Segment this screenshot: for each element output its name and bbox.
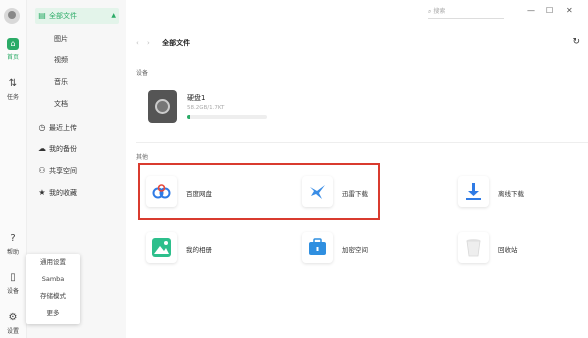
rail-item-home[interactable]: ⌂ 首页 bbox=[0, 38, 26, 61]
sidebar-item-favorites[interactable]: ★ 我的收藏 bbox=[35, 185, 119, 201]
highlight-box bbox=[138, 163, 380, 220]
photo-album-icon bbox=[146, 232, 177, 263]
clock-icon: ◷ bbox=[38, 123, 46, 132]
sidebar-item-label: 共享空间 bbox=[49, 167, 77, 175]
users-icon: ⚇ bbox=[38, 166, 46, 175]
rail-item-help[interactable]: ? 帮助 bbox=[0, 233, 26, 256]
minimize-icon[interactable]: — bbox=[527, 6, 535, 15]
refresh-icon[interactable]: ↻ bbox=[572, 37, 580, 47]
back-icon[interactable]: ‹ bbox=[136, 39, 139, 47]
sidebar-item-label: 最近上传 bbox=[49, 124, 77, 132]
cloud-icon: ☁ bbox=[38, 144, 46, 153]
search-input[interactable]: ⌕ 搜索 bbox=[428, 6, 504, 19]
device-icon: ▯ bbox=[10, 272, 16, 283]
download-icon bbox=[458, 176, 489, 207]
close-icon[interactable]: ✕ bbox=[566, 6, 573, 15]
rail-item-label: 设备 bbox=[6, 288, 19, 295]
rail-item-tasks[interactable]: ⇅ 任务 bbox=[0, 78, 26, 101]
breadcrumb: ‹ › 全部文件 bbox=[136, 38, 190, 48]
rail-item-label: 设置 bbox=[6, 328, 19, 335]
search-placeholder: 搜索 bbox=[433, 8, 446, 15]
sidebar-item-label: 文档 bbox=[54, 100, 68, 108]
sidebar-item-all-files[interactable]: ▤ 全部文件 ▲ bbox=[35, 8, 119, 24]
disk-usage-bar bbox=[187, 115, 267, 119]
forward-icon[interactable]: › bbox=[147, 39, 150, 47]
sidebar-item-music[interactable]: 音乐 bbox=[35, 74, 119, 90]
star-icon: ★ bbox=[38, 188, 46, 197]
caret-up-icon: ▲ bbox=[111, 12, 116, 19]
left-rail: ⌂ 首页 ⇅ 任务 ? 帮助 ▯ 设备 ⚙ 设置 bbox=[0, 0, 27, 338]
recycle-bin-icon bbox=[458, 232, 489, 263]
sidebar-item-label: 音乐 bbox=[54, 78, 68, 86]
maximize-icon[interactable]: ☐ bbox=[546, 6, 553, 15]
app-label: 回收站 bbox=[498, 246, 518, 254]
page-title: 全部文件 bbox=[162, 39, 191, 47]
sidebar-item-docs[interactable]: 文档 bbox=[35, 96, 119, 112]
sidebar-item-label: 图片 bbox=[54, 35, 68, 43]
app-label: 我的相册 bbox=[186, 246, 212, 254]
sidebar-item-label: 全部文件 bbox=[49, 12, 77, 20]
disk-icon[interactable] bbox=[148, 90, 177, 123]
app-label: 加密空间 bbox=[342, 246, 368, 254]
menu-item-general-settings[interactable]: 通用设置 bbox=[26, 254, 80, 271]
devices-section-label: 设备 bbox=[136, 70, 149, 77]
sidebar-item-label: 我的收藏 bbox=[49, 189, 77, 197]
sidebar-item-video[interactable]: 视频 bbox=[35, 52, 119, 68]
sidebar-item-images[interactable]: 图片 bbox=[35, 31, 119, 47]
sidebar-item-shared[interactable]: ⚇ 共享空间 bbox=[35, 163, 119, 179]
sidebar-item-backup[interactable]: ☁ 我的备份 bbox=[35, 141, 119, 157]
avatar[interactable] bbox=[4, 8, 20, 24]
sidebar-item-recent[interactable]: ◷ 最近上传 bbox=[35, 120, 119, 136]
rail-item-label: 任务 bbox=[6, 94, 19, 101]
settings-popup-menu: 通用设置 Samba 存储模式 更多 bbox=[26, 254, 80, 324]
disk-size: 58.2GB/1.7KT bbox=[187, 105, 225, 111]
menu-item-samba[interactable]: Samba bbox=[26, 271, 80, 288]
transfer-icon: ⇅ bbox=[8, 78, 18, 89]
app-label: 离线下载 bbox=[498, 190, 524, 198]
help-icon: ? bbox=[10, 233, 16, 244]
sidebar-item-label: 视频 bbox=[54, 56, 68, 64]
rail-item-label: 首页 bbox=[6, 54, 19, 61]
menu-item-more[interactable]: 更多 bbox=[26, 305, 80, 322]
sidebar-item-label: 我的备份 bbox=[49, 145, 77, 153]
other-section-label: 其他 bbox=[136, 154, 149, 161]
menu-item-storage-mode[interactable]: 存储模式 bbox=[26, 288, 80, 305]
rail-item-label: 帮助 bbox=[6, 249, 19, 256]
disk-name[interactable]: 硬盘1 bbox=[187, 93, 205, 103]
divider bbox=[136, 142, 588, 143]
rail-item-device[interactable]: ▯ 设备 bbox=[0, 272, 26, 295]
gear-icon: ⚙ bbox=[8, 312, 18, 323]
home-icon: ⌂ bbox=[7, 38, 19, 50]
file-icon: ▤ bbox=[38, 11, 46, 20]
search-icon: ⌕ bbox=[428, 8, 432, 15]
disk-usage-fill bbox=[187, 115, 191, 119]
encrypted-space-icon bbox=[302, 232, 333, 263]
rail-item-settings[interactable]: ⚙ 设置 bbox=[0, 312, 26, 335]
